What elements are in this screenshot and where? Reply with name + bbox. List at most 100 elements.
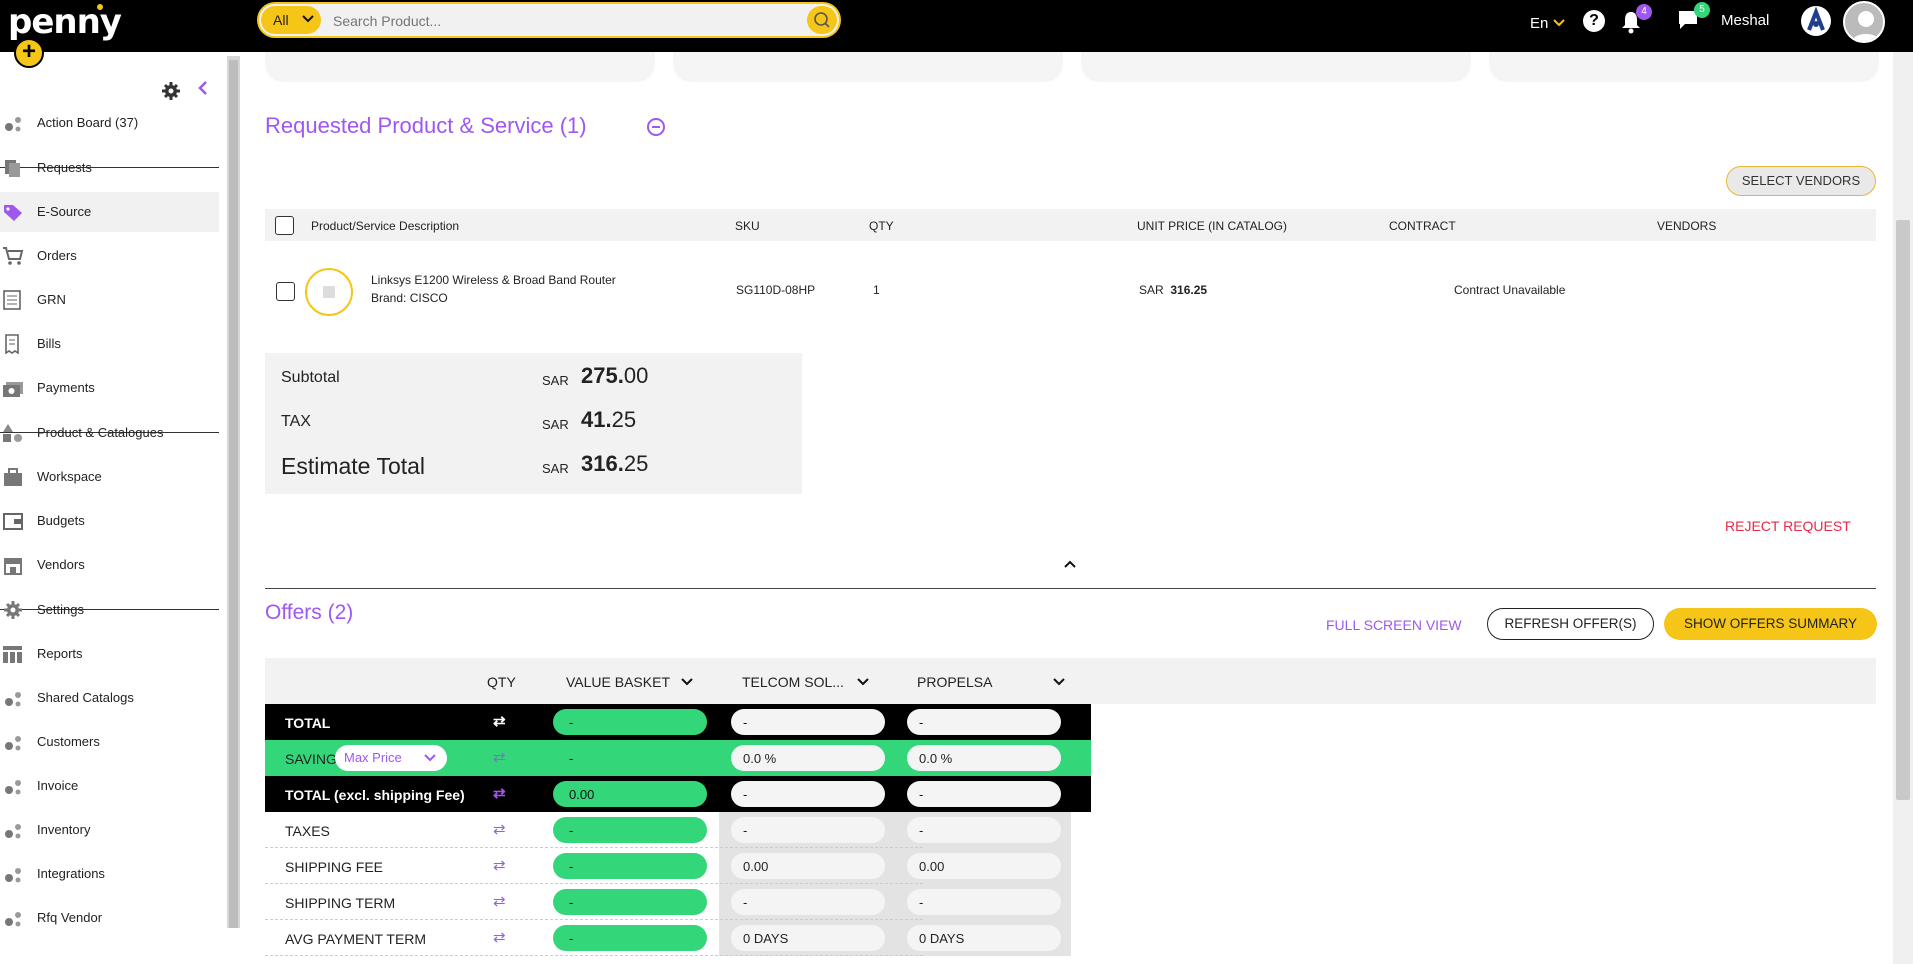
search-button[interactable] (807, 6, 837, 34)
show-offers-summary-button[interactable]: SHOW OFFERS SUMMARY (1664, 608, 1877, 640)
chevron-down-icon (680, 678, 693, 686)
sidebar-item-reports[interactable]: Reports (0, 634, 219, 674)
help-icon[interactable]: ? (1583, 10, 1605, 32)
offers-col-vendor-propelsa[interactable]: PROPELSA (917, 674, 1066, 690)
sidebar-item-settings[interactable]: Settings (0, 590, 219, 630)
table-row: SHIPPING TERM ⇄ - - - (265, 884, 1061, 920)
swap-icon[interactable]: ⇄ (493, 928, 506, 946)
dots-icon (2, 820, 24, 840)
vendor1-cell: 0.00 (731, 853, 885, 879)
sidebar-item-integrations[interactable]: Integrations (0, 854, 219, 894)
language-select[interactable]: En (1530, 15, 1565, 32)
savings-mode-label: Max Price (344, 750, 402, 765)
sidebar-item-e-source[interactable]: E-Source (0, 192, 219, 232)
tax-currency: SAR (542, 417, 569, 432)
divider (265, 588, 1876, 589)
sidebar-item-rfq-vendor[interactable]: Rfq Vendor (0, 898, 219, 938)
sidebar-scrollbar-thumb[interactable] (229, 60, 238, 928)
swap-icon[interactable]: ⇄ (493, 784, 506, 802)
page-scrollbar-thumb[interactable] (1896, 220, 1910, 800)
select-all-checkbox[interactable] (275, 216, 294, 235)
gear-icon[interactable] (162, 82, 180, 100)
search-bar: All (257, 2, 841, 38)
row-checkbox[interactable] (276, 282, 295, 301)
subtotal-label: Subtotal (281, 369, 340, 386)
sidebar-item-inventory[interactable]: Inventory (0, 810, 219, 850)
user-name[interactable]: Meshal (1721, 12, 1769, 29)
offers-row-label: AVG PAYMENT TERM (285, 931, 427, 947)
col-qty: QTY (869, 219, 894, 233)
wallet-icon (2, 511, 24, 531)
offers-col-value-basket[interactable]: VALUE BASKET (566, 674, 694, 690)
swap-icon[interactable]: ⇄ (493, 856, 506, 874)
user-avatar[interactable] (1843, 1, 1885, 43)
dots-icon (2, 113, 24, 133)
vendor1-cell: - (731, 781, 885, 807)
chevron-down-icon (1052, 678, 1065, 686)
product-name[interactable]: Linksys E1200 Wireless & Broad Band Rout… (371, 273, 616, 287)
search-scope-select[interactable]: All (261, 6, 321, 34)
notifications-button[interactable]: 4 (1620, 4, 1652, 39)
sidebar-item-label: Shared Catalogs (37, 690, 134, 705)
collapse-sidebar-icon[interactable] (196, 80, 210, 96)
grid-icon (2, 644, 24, 664)
swap-icon[interactable]: ⇄ (493, 892, 506, 910)
vendor2-cell: - (907, 781, 1061, 807)
chevron-up-icon[interactable] (1063, 559, 1077, 569)
list-icon (2, 290, 24, 310)
sidebar-item-label: E-Source (37, 204, 92, 219)
documents-icon (2, 158, 24, 178)
product-price: SAR 316.25 (1139, 283, 1207, 297)
sidebar-item-customers[interactable]: Customers (0, 722, 219, 762)
refresh-offers-button[interactable]: REFRESH OFFER(S) (1487, 608, 1654, 640)
sidebar-item-payments[interactable]: Payments (0, 368, 219, 408)
value-basket-cell: - (553, 853, 707, 879)
brand-value: CISCO (409, 291, 448, 305)
sidebar-item-invoice[interactable]: Invoice (0, 766, 219, 806)
swap-icon[interactable]: ⇄ (493, 712, 506, 730)
col-contract: CONTRACT (1389, 219, 1456, 233)
value-basket-cell: - (553, 925, 707, 951)
add-new-button[interactable]: + (14, 38, 44, 68)
sidebar-item-grn[interactable]: GRN (0, 280, 219, 320)
sidebar-item-label: Bills (37, 336, 61, 351)
sidebar-item-label: Orders (37, 248, 77, 263)
messages-button[interactable]: 5 (1676, 2, 1710, 37)
organization-logo-icon[interactable] (1801, 6, 1831, 36)
offers-table-header: QTY VALUE BASKET TELCOM SOL... PROPELSA (265, 658, 1876, 704)
sidebar-item-label: Workspace (37, 469, 102, 484)
sidebar-item-workspace[interactable]: Workspace (0, 457, 219, 497)
notifications-badge: 4 (1636, 4, 1652, 20)
sidebar-item-label: Budgets (37, 513, 85, 528)
sidebar-item-vendors[interactable]: Vendors (0, 545, 219, 585)
sidebar-item-bills[interactable]: Bills (0, 324, 219, 364)
offers-col-vendor-telcom[interactable]: TELCOM SOL... (742, 674, 870, 690)
offers-row-label: SHIPPING TERM (285, 895, 396, 911)
collapse-icon[interactable] (647, 118, 665, 136)
sidebar-item-product-catalogues[interactable]: Product & Catalogues (0, 413, 219, 453)
reject-request-link[interactable]: REJECT REQUEST (1725, 518, 1851, 534)
sidebar-item-budgets[interactable]: Budgets (0, 501, 219, 541)
receipt-icon (2, 334, 24, 355)
store-icon (2, 555, 24, 575)
summary-card (1489, 52, 1879, 82)
table-row: TOTAL (excl. shipping Fee) ⇄ 0.00 - - (265, 776, 1061, 812)
swap-icon[interactable]: ⇄ (493, 820, 506, 838)
select-vendors-button[interactable]: SELECT VENDORS (1726, 166, 1876, 196)
sidebar-item-action-board-37[interactable]: Action Board (37) (0, 103, 219, 143)
chevron-down-icon (302, 15, 314, 23)
full-screen-view-link[interactable]: FULL SCREEN VIEW (1326, 617, 1462, 633)
col-description: Product/Service Description (311, 219, 460, 233)
sidebar-item-orders[interactable]: Orders (0, 236, 219, 276)
sidebar-item-shared-catalogs[interactable]: Shared Catalogs (0, 678, 219, 718)
search-input[interactable] (333, 13, 773, 29)
savings-mode-select[interactable]: Max Price (335, 745, 447, 771)
penny-logo[interactable]: penny (8, 2, 122, 42)
product-brand: Brand: CISCO (371, 291, 448, 305)
language-label: En (1530, 15, 1549, 32)
swap-icon[interactable]: ⇄ (493, 748, 506, 766)
cart-icon (2, 246, 24, 266)
dots-icon (2, 732, 24, 752)
product-table-header: Product/Service Description SKU QTY UNIT… (265, 209, 1876, 241)
sidebar-item-requests[interactable]: Requests (0, 148, 219, 188)
